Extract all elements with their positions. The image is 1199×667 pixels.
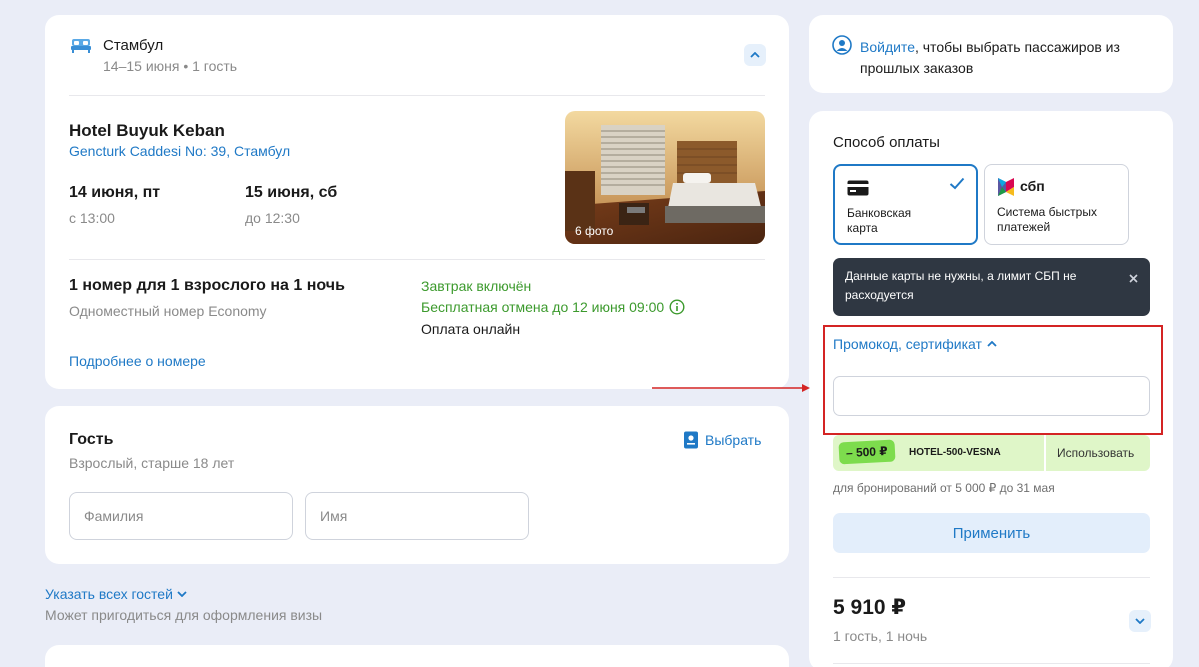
next-card: [45, 645, 789, 667]
apply-promo-button[interactable]: Применить: [833, 513, 1150, 553]
sbp-tooltip: Данные карты не нужны, а лимит СБП не ра…: [833, 258, 1150, 316]
login-link[interactable]: Войдите: [860, 39, 915, 55]
checkin-time: с 13:00: [69, 210, 115, 226]
highlight-box: [823, 325, 1163, 435]
choose-guest-label: Выбрать: [705, 432, 762, 448]
chevron-down-icon: [1135, 618, 1145, 624]
sbp-logo-icon: [997, 177, 1015, 201]
arrow-icon: [652, 384, 810, 392]
all-guests-link[interactable]: Указать всех гостей: [45, 586, 187, 602]
all-guests-label: Указать всех гостей: [45, 586, 173, 602]
choose-guest-button[interactable]: Выбрать: [683, 431, 761, 449]
bed-icon: [71, 37, 91, 58]
total-price: 5 910 ₽: [833, 596, 906, 619]
chevron-up-icon: [750, 52, 760, 58]
hotel-name: Hotel Buyuk Keban: [69, 121, 225, 140]
breakfast-status: Завтрак включён: [421, 278, 532, 294]
coupon-badge: – 500 ₽: [838, 439, 896, 465]
coupon-note: для бронирований от 5 000 ₽ до 31 мая: [833, 481, 1055, 495]
collapse-button[interactable]: [744, 44, 766, 66]
guest-subtitle: Взрослый, старше 18 лет: [69, 455, 235, 471]
apply-label: Применить: [952, 524, 1031, 542]
coupon-use-button[interactable]: Использовать: [1057, 446, 1134, 460]
photo-count-badge: 6 фото: [575, 224, 614, 238]
check-icon: [949, 177, 965, 194]
divider: [69, 259, 765, 260]
checkout-time: до 12:30: [245, 210, 300, 226]
coupon-divider: [1044, 435, 1046, 471]
divider: [833, 663, 1150, 664]
coupon-offer: – 500 ₽ HOTEL-500-VESNA Использовать: [833, 435, 1150, 471]
first-name-placeholder: Имя: [320, 508, 348, 524]
last-name-placeholder: Фамилия: [84, 508, 144, 524]
room-details-link[interactable]: Подробнее о номере: [69, 353, 206, 369]
payment-title: Способ оплаты: [833, 134, 940, 151]
sbp-option-label: Система быстрых платежей: [997, 205, 1097, 234]
hotel-city: Стамбул: [103, 37, 164, 54]
price-details-button[interactable]: [1129, 610, 1151, 632]
room-type: Одноместный номер Economy: [69, 303, 267, 319]
info-icon[interactable]: [669, 299, 685, 315]
hotel-dates-guests: 14–15 июня • 1 гость: [103, 58, 238, 74]
payment-option-sbp[interactable]: сбп Система быстрых платежей: [984, 164, 1129, 245]
hotel-photo[interactable]: 6 фото: [565, 111, 765, 244]
close-icon[interactable]: [1129, 270, 1138, 289]
login-prompt: Войдите, чтобы выбрать пассажиров из про…: [860, 37, 1160, 79]
guest-card: Гость Взрослый, старше 18 лет Выбрать Фа…: [45, 406, 789, 564]
payment-option-card[interactable]: Банковская карта: [833, 164, 978, 245]
login-card: Войдите, чтобы выбрать пассажиров из про…: [809, 15, 1173, 93]
divider: [69, 95, 765, 96]
cancellation-text: Бесплатная отмена до 12 июня 09:00: [421, 299, 665, 315]
cancellation-status: Бесплатная отмена до 12 июня 09:00: [421, 299, 685, 315]
credit-card-icon: [847, 180, 869, 200]
first-name-field[interactable]: Имя: [305, 492, 529, 540]
card-option-label: Банковская карта: [847, 206, 912, 235]
tooltip-text: Данные карты не нужны, а лимит СБП не ра…: [845, 269, 1077, 302]
hotel-card: Стамбул 14–15 июня • 1 гость Hotel Buyuk…: [45, 15, 789, 389]
payment-type: Оплата онлайн: [421, 321, 521, 337]
room-title: 1 номер для 1 взрослого на 1 ночь: [69, 277, 345, 294]
sbp-logo-text: сбп: [1020, 178, 1045, 194]
checkout-date: 15 июня, сб: [245, 184, 338, 201]
last-name-field[interactable]: Фамилия: [69, 492, 293, 540]
checkin-date: 14 июня, пт: [69, 184, 161, 201]
passport-icon: [683, 431, 699, 449]
chevron-down-icon: [177, 591, 187, 597]
price-note: 1 гость, 1 ночь: [833, 628, 928, 644]
hotel-address-link[interactable]: Gencturk Caddesi No: 39, Стамбул: [69, 143, 290, 159]
guest-title: Гость: [69, 431, 114, 448]
coupon-code: HOTEL-500-VESNA: [909, 447, 1001, 458]
user-icon: [832, 35, 852, 60]
divider: [833, 577, 1150, 578]
all-guests-hint: Может пригодиться для оформления визы: [45, 607, 323, 623]
